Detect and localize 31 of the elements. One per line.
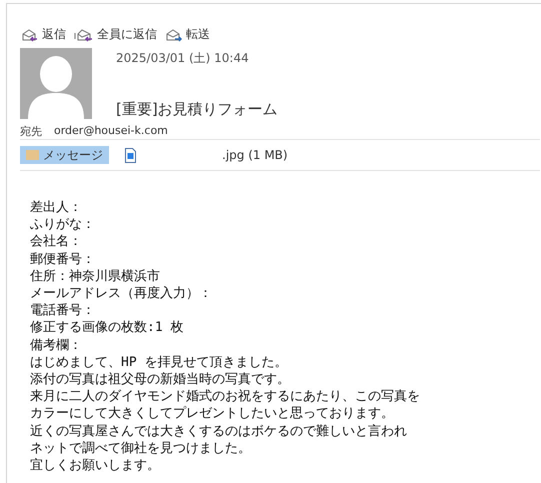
body-line: はじめまして、HP を拝見せて頂きました。 xyxy=(30,354,288,372)
body-line: カラーにして大きくしてプレゼントしたいと思っております。 xyxy=(30,405,395,423)
body-line: 差出人： xyxy=(30,199,83,216)
recipient-address: order@housei-k.com xyxy=(54,124,168,139)
body-line: 近くの写真屋さんでは大きくするのはボケるので難しいと言われ xyxy=(30,422,408,440)
body-line: 添付の写真は祖父母の新婚当時の写真です。 xyxy=(30,371,291,388)
subject: [重要]お見積りフォーム xyxy=(116,100,278,119)
body-line: メールアドレス（再度入力）： xyxy=(30,285,213,302)
reply-all-icon xyxy=(74,26,94,42)
body-line: 修正する画像の枚数:1 枚 xyxy=(30,319,184,337)
date-time: 2025/03/01 (土) 10:44 xyxy=(116,50,250,67)
body-line: 郵便番号： xyxy=(30,250,96,268)
body-line: ふりがな： xyxy=(30,216,96,234)
avatar-icon xyxy=(20,48,92,119)
body-line: 会社名： xyxy=(30,233,83,251)
body-line: 住所：神奈川県横浜市 xyxy=(30,268,161,286)
body-line: 電話番号： xyxy=(30,302,96,320)
body-line: ネットで調べて御社を見つけました。 xyxy=(30,440,252,458)
forward-icon xyxy=(165,26,183,42)
forward-button[interactable]: 転送 xyxy=(165,23,210,45)
body-line: 備考欄： xyxy=(30,336,83,354)
reply-button[interactable]: 返信 xyxy=(21,23,66,45)
folder-icon xyxy=(26,150,39,160)
to-label: 宛先 xyxy=(20,124,42,139)
image-file-icon xyxy=(125,148,136,162)
reply-icon xyxy=(21,26,39,42)
reply-all-button[interactable]: 全員に返信 xyxy=(74,23,157,45)
body-line: 来月に二人のダイヤモンド婚式のお祝をするにあたり、この写真を xyxy=(30,388,421,406)
attachment-tab[interactable]: .jpg (1 MB) xyxy=(119,146,294,164)
attachment-tab[interactable]: メッセージ xyxy=(20,146,109,164)
body-line: 宜しくお願いします。 xyxy=(30,457,161,474)
